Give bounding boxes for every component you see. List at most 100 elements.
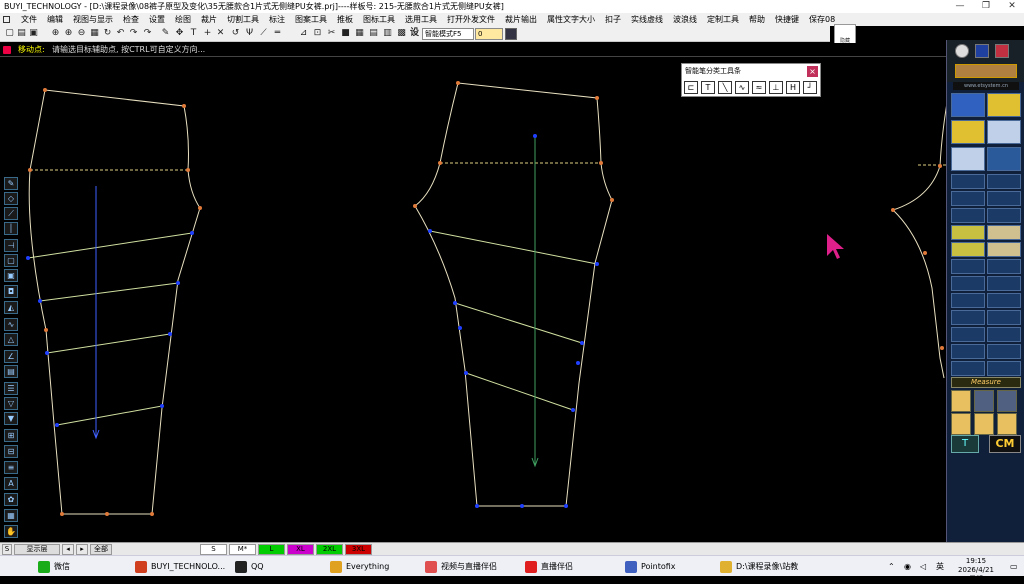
pattern-piece-right-partial[interactable] [891, 86, 946, 379]
size-chip[interactable]: S [200, 544, 227, 555]
layer-s-marker[interactable]: S [2, 544, 12, 555]
taskbar-app[interactable]: QQ [235, 558, 264, 575]
layer-prev-button[interactable]: ◂ [62, 544, 74, 555]
right-tool-12-0-icon[interactable] [951, 327, 985, 342]
layer-next-button[interactable]: ▸ [76, 544, 88, 555]
new-file-icon[interactable]: ▢ [4, 28, 15, 39]
pen-panel-tool-4[interactable]: ∿ [735, 81, 749, 94]
size-chip[interactable]: M* [229, 544, 256, 555]
table-icon[interactable]: ▥ [382, 28, 393, 39]
smart-pen-icon[interactable]: ✎ [4, 177, 18, 190]
move-tool-icon[interactable]: ✥ [174, 28, 185, 39]
right-tool-6-1-icon[interactable] [987, 225, 1021, 240]
measure-tool-1-icon[interactable] [951, 390, 971, 412]
rectangle-icon[interactable]: ▢ [4, 254, 18, 267]
menu-item[interactable]: 设置 [144, 13, 170, 26]
list-icon[interactable]: ☰ [4, 382, 18, 395]
right-tool-8-0-icon[interactable] [951, 259, 985, 274]
layout-icon[interactable]: ⊞ [4, 429, 18, 442]
curve-icon[interactable]: ∿ [4, 318, 18, 331]
right-tool-2-0-icon[interactable] [951, 147, 985, 171]
right-tool-11-1-icon[interactable] [987, 310, 1021, 325]
menu-item[interactable]: 视图与显示 [68, 13, 118, 26]
copy-icon[interactable]: ▤ [4, 365, 18, 378]
layers-icon[interactable]: ▤ [368, 28, 379, 39]
pattern-piece-left[interactable] [26, 88, 202, 516]
right-tool-10-0-icon[interactable] [951, 293, 985, 308]
input-language[interactable]: 英 [936, 559, 944, 574]
lines-icon[interactable]: ≡ [4, 461, 18, 474]
pen-panel-tool-1[interactable]: ⊏ [684, 81, 698, 94]
zoom-icon[interactable]: ⊕ [50, 28, 61, 39]
fill-icon[interactable]: ◭ [4, 301, 18, 314]
print-icon[interactable]: ▦ [89, 28, 100, 39]
grid-icon[interactable]: ▦ [354, 28, 365, 39]
menu-item[interactable]: 文件 [16, 13, 42, 26]
pen-panel-tool-3[interactable]: ╲ [718, 81, 732, 94]
menu-item[interactable]: 标注 [264, 13, 290, 26]
number-field[interactable]: 0 [475, 28, 503, 40]
right-tool-2-1-icon[interactable] [987, 147, 1021, 171]
redo-icon[interactable]: ↷ [128, 28, 139, 39]
menu-item[interactable]: 裁片输出 [500, 13, 542, 26]
right-tool-5-1-icon[interactable] [987, 208, 1021, 223]
pen-panel-tool-7[interactable]: H [786, 81, 800, 94]
taskbar-app[interactable]: 视频与直播伴侣 [425, 558, 497, 575]
parallel-icon[interactable]: ═ [272, 28, 283, 39]
menu-item[interactable]: 实线虚线 [626, 13, 668, 26]
dart-icon[interactable]: △ [4, 333, 18, 346]
measure-tool-3-icon[interactable] [997, 390, 1017, 412]
menu-item[interactable]: 打开外发文件 [442, 13, 500, 26]
right-tool-0-0-icon[interactable] [951, 93, 985, 117]
right-tool-5-0-icon[interactable] [951, 208, 985, 223]
pen-panel-close-button[interactable]: × [807, 66, 818, 77]
settings-button[interactable]: 设 [409, 28, 420, 39]
pen-panel-tool-6[interactable]: ⊥ [769, 81, 783, 94]
menu-item[interactable]: 绘图 [170, 13, 196, 26]
pen-panel-tool-2[interactable]: T [701, 81, 715, 94]
taskbar-app[interactable]: Pointofix [625, 558, 676, 575]
ruler-icon[interactable]: ⊿ [298, 28, 309, 39]
cut-line-icon[interactable]: ⊟ [4, 445, 18, 458]
taskbar-app[interactable]: Everything [330, 558, 389, 575]
right-tool-12-1-icon[interactable] [987, 327, 1021, 342]
zoom-in-icon[interactable]: ⊕ [63, 28, 74, 39]
size-chip[interactable]: 2XL [316, 544, 343, 555]
volume-icon[interactable]: ◁ [920, 559, 926, 574]
menu-item[interactable]: 定制工具 [702, 13, 744, 26]
redo-disabled-icon[interactable]: ↷ [142, 28, 153, 39]
menu-item[interactable]: 帮助 [744, 13, 770, 26]
menu-item[interactable]: 属性文字大小 [542, 13, 600, 26]
tray-up-icon[interactable]: ⌃ [888, 559, 895, 574]
notification-icon[interactable]: ▭ [1010, 559, 1018, 574]
right-tool-14-0-icon[interactable] [951, 361, 985, 376]
seam-icon[interactable]: ⊡ [312, 28, 323, 39]
right-tool-10-1-icon[interactable] [987, 293, 1021, 308]
pen-tool-icon[interactable]: ✎ [160, 28, 171, 39]
text-icon[interactable]: A [4, 477, 18, 490]
right-tool-6-0-icon[interactable] [951, 225, 985, 240]
size-chip[interactable]: L [258, 544, 285, 555]
hide-toolbar-button[interactable]: 隐藏 [834, 24, 856, 44]
color-palette-icon[interactable]: ■ [340, 28, 351, 39]
cross-icon[interactable]: ✕ [215, 28, 226, 39]
save-icon[interactable]: ▣ [28, 28, 39, 39]
measure-tool-4-icon[interactable] [951, 413, 971, 435]
book-icon[interactable] [975, 44, 989, 58]
zoom-out-icon[interactable]: ⊖ [76, 28, 87, 39]
show-layer-button[interactable]: 显示层 [14, 544, 60, 555]
right-tool-1-0-icon[interactable] [951, 120, 985, 144]
right-tool-9-1-icon[interactable] [987, 276, 1021, 291]
network-icon[interactable]: ◉ [904, 559, 911, 574]
vertical-line-icon[interactable]: │ [4, 222, 18, 235]
right-tool-4-1-icon[interactable] [987, 191, 1021, 206]
undo-icon[interactable]: ↶ [115, 28, 126, 39]
pen-panel-tool-5[interactable]: ≈ [752, 81, 766, 94]
eraser-icon[interactable]: ✋ [4, 525, 18, 538]
square-icon[interactable]: ▣ [4, 269, 18, 282]
split-icon[interactable]: ⊣ [4, 239, 18, 252]
menu-item[interactable]: 图案工具 [290, 13, 332, 26]
ruler-left-icon[interactable]: ▦ [4, 509, 18, 522]
toolbar-extra-button[interactable] [505, 28, 517, 40]
mirror-icon[interactable]: ▼ [4, 412, 18, 425]
